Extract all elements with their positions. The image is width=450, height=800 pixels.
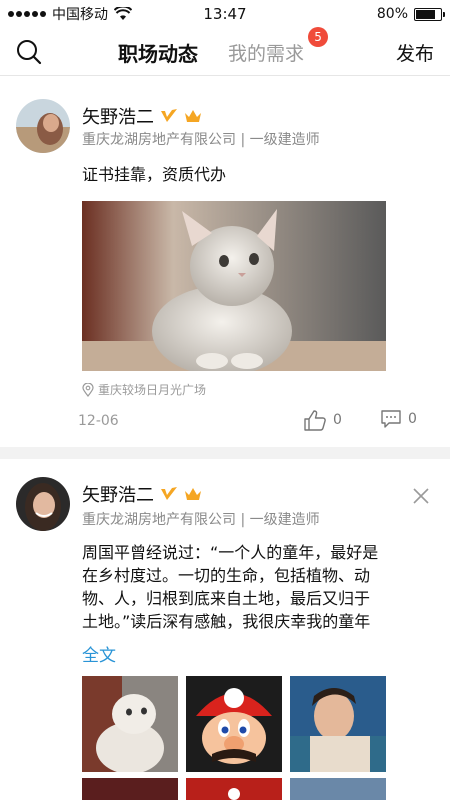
battery-icon (414, 7, 445, 21)
post-date: 12-06 (78, 413, 119, 429)
wifi-icon (114, 7, 132, 20)
full-text-link[interactable]: 全文 (82, 641, 116, 666)
carrier-label: 中国移动 (52, 7, 108, 23)
post-divider (0, 447, 450, 459)
status-right: 80% (376, 6, 445, 22)
post-location[interactable]: 重庆较场日月光广场 (82, 381, 206, 398)
top-nav: 职场动态 我的需求 5 发布 (0, 26, 450, 76)
tab-workplace-news[interactable]: 职场动态 (118, 38, 198, 67)
post-text-line: 物、人，归根到底来自土地，最后又归于 (82, 589, 371, 608)
status-bar: 中国移动 13:47 80% (0, 0, 450, 28)
post-text-line: 在乡村度过。一切的生命，包括植物、动 (82, 566, 371, 585)
like-button[interactable]: 0 (303, 409, 342, 431)
verified-v-icon (161, 109, 177, 122)
tab-my-needs[interactable]: 我的需求 5 (228, 26, 329, 66)
post-text: 周国平曾经说过：“一个人的童年，最好是 在乡村度过。一切的生命，包括植物、动 物… (82, 541, 432, 633)
avatar-image (16, 477, 70, 531)
author-company: 重庆龙湖房地产有限公司 | 一级建造师 (82, 512, 320, 528)
post-thumbnail[interactable] (186, 676, 282, 772)
post-text-line: 土地。”读后深有感触，我很庆幸我的童年 (82, 612, 371, 631)
status-left: 中国移动 (8, 4, 132, 24)
like-count: 0 (333, 412, 342, 428)
close-icon[interactable] (412, 487, 430, 505)
verified-v-icon (161, 487, 177, 500)
comment-count: 0 (408, 411, 417, 427)
battery-fill (416, 9, 436, 19)
location-label: 重庆较场日月光广场 (98, 383, 207, 397)
comment-icon (381, 410, 401, 428)
post-text: 证书挂靠，资质代办 (82, 165, 227, 184)
comment-button[interactable]: 0 (380, 409, 417, 429)
post-image-cat[interactable] (82, 201, 386, 371)
post-card: 矢野浩二 重庆龙湖房地产有限公司 | 一级建造师 证书挂靠，资质代办 重庆较场日… (0, 77, 450, 447)
post-thumbnail[interactable] (82, 676, 178, 772)
author-row: 矢野浩二 (82, 103, 202, 129)
author-row: 矢野浩二 (82, 481, 202, 507)
author-name[interactable]: 矢野浩二 (82, 103, 154, 129)
post-text-line: 周国平曾经说过：“一个人的童年，最好是 (82, 543, 379, 562)
search-icon[interactable] (16, 39, 42, 65)
location-pin-icon (82, 382, 94, 397)
battery-percent: 80% (376, 6, 408, 22)
avatar[interactable] (16, 99, 70, 153)
avatar[interactable] (16, 477, 70, 531)
crown-icon (185, 488, 201, 500)
signal-icon (8, 11, 46, 17)
notification-badge: 5 (308, 26, 329, 47)
author-company: 重庆龙湖房地产有限公司 | 一级建造师 (82, 132, 320, 148)
post-thumbnail[interactable] (290, 676, 386, 772)
post-thumbnail[interactable] (290, 778, 386, 800)
post-thumbnail[interactable] (82, 778, 178, 800)
author-name[interactable]: 矢野浩二 (82, 481, 154, 507)
nav-tabs: 职场动态 我的需求 5 (118, 26, 329, 76)
post-card: 矢野浩二 重庆龙湖房地产有限公司 | 一级建造师 周国平曾经说过：“一个人的童年… (0, 459, 450, 800)
publish-button[interactable]: 发布 (396, 39, 434, 66)
tab-my-needs-label: 我的需求 (228, 42, 305, 65)
thumbs-up-icon (304, 410, 326, 431)
post-thumbnail[interactable] (186, 778, 282, 800)
crown-icon (185, 110, 201, 122)
avatar-image (16, 99, 70, 153)
